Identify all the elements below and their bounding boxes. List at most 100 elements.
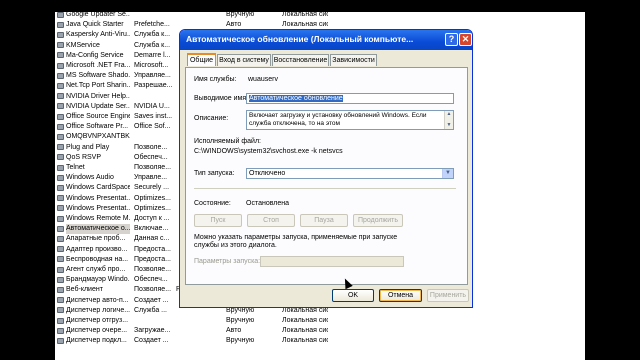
service-row[interactable]: Диспетчер подкл... Создает ... Вручную Лока… [55, 336, 585, 346]
service-gear-icon [57, 327, 64, 334]
tab-logon[interactable]: Вход в систему [217, 54, 271, 66]
service-gear-icon [57, 337, 64, 344]
service-description: Prefetche... [134, 21, 170, 29]
pause-button[interactable]: Пауза [300, 214, 348, 227]
service-gear-icon [57, 246, 64, 253]
display-name-field[interactable]: Автоматическое обновление [246, 93, 454, 104]
service-description: Создает ... [134, 337, 169, 345]
start-button[interactable]: Пуск [194, 214, 242, 227]
service-description: Управляе... [134, 72, 171, 80]
service-description: Securely ... [134, 184, 170, 192]
stop-button[interactable]: Стоп [247, 214, 295, 227]
service-startup: Вручную [226, 317, 255, 324]
general-panel: Имя службы: wuauserv Выводимое имя: Авто… [185, 67, 468, 285]
service-description: Разрешае... [134, 82, 172, 90]
service-gear-icon [57, 82, 64, 89]
service-row[interactable]: Диспетчер отгруз... Вручную Локальная сис.… [55, 316, 585, 326]
service-name: Агент служб про... [66, 266, 126, 273]
service-gear-icon [57, 144, 64, 151]
status-label: Состояние: [194, 200, 231, 207]
service-description: Создает ... [134, 296, 169, 304]
service-name: Windows Presentat... [66, 204, 130, 212]
description-box[interactable]: Включает загрузку и установку обновлений… [246, 110, 454, 130]
close-button[interactable]: ✕ [459, 33, 472, 46]
service-name: Telnet [66, 164, 85, 171]
service-gear-icon [57, 205, 64, 212]
service-description: Включае... [134, 225, 169, 233]
service-name: Апаратные проб... [66, 235, 126, 243]
scroll-up-icon[interactable]: ▲ [446, 112, 452, 117]
service-gear-icon [57, 72, 64, 79]
service-name: Диспетчер отгруз... [66, 317, 129, 324]
service-gear-icon [57, 164, 64, 171]
service-description: Служба к... [134, 31, 171, 39]
service-gear-icon [57, 266, 64, 273]
description-scrollbar[interactable]: ▲ ▼ [444, 111, 453, 129]
resume-button[interactable]: Продолжить [353, 214, 403, 227]
service-description: Office Sof... [134, 123, 171, 131]
display-name-label: Выводимое имя: [194, 95, 249, 102]
service-gear-icon [57, 195, 64, 202]
service-name: NVIDIA Update Ser... [66, 102, 130, 110]
description-label: Описание: [194, 115, 229, 122]
service-gear-icon [57, 317, 64, 324]
service-gear-icon [57, 12, 64, 18]
service-gear-icon [57, 286, 64, 293]
service-name: Диспетчер авто-п... [66, 296, 129, 304]
service-description: Позволяе... [134, 286, 172, 294]
tab-recovery[interactable]: Восстановление [272, 54, 329, 66]
service-name: Google Updater Se... [66, 12, 130, 18]
service-row[interactable]: Google Updater Se... Вручную Локальная сис… [55, 12, 585, 20]
service-gear-icon [57, 21, 64, 28]
service-description: Данная с... [134, 235, 170, 243]
service-description: Предоста... [134, 255, 171, 263]
service-description: Управле... [134, 174, 168, 182]
service-description: Доступ к ... [134, 215, 170, 222]
chevron-down-icon[interactable]: ▼ [442, 169, 453, 178]
description-text: Включает загрузку и установку обновлений… [249, 112, 427, 127]
exe-path-value: C:\WINDOWS\system32\svchost.exe -k netsv… [194, 148, 343, 155]
service-gear-icon [57, 31, 64, 38]
service-gear-icon [57, 62, 64, 69]
service-name: Microsoft .NET Fra... [66, 62, 130, 69]
startup-type-label: Тип запуска: [194, 170, 235, 177]
service-gear-icon [57, 184, 64, 191]
service-gear-icon [57, 93, 64, 100]
tab-general[interactable]: Общие [187, 53, 216, 66]
service-name: Windows Presentat... [66, 194, 130, 202]
params-field[interactable] [260, 256, 404, 267]
startup-type-combo[interactable]: Отключено ▼ [246, 168, 454, 179]
service-name: Беспроводная на... [66, 255, 129, 263]
service-gear-icon [57, 256, 64, 263]
service-name: Ma-Config Service [66, 51, 124, 59]
help-button[interactable]: ? [445, 33, 458, 46]
service-gear-icon [57, 225, 64, 232]
service-description: Обеспеч... [134, 276, 168, 284]
service-name: Веб-клиент [66, 286, 103, 294]
cancel-button[interactable]: Отмена [379, 289, 422, 302]
service-name: Диспетчер очере... [66, 327, 128, 335]
service-name: Windows CardSpace [66, 184, 130, 192]
service-gear-icon [57, 103, 64, 110]
service-description: Загружае... [134, 327, 171, 335]
service-gear-icon [57, 174, 64, 181]
service-gear-icon [57, 276, 64, 283]
service-name: OMQBVNPXANTBKK [66, 133, 130, 141]
service-description: NVIDIA U... [134, 102, 170, 110]
service-name: MS Software Shado... [66, 72, 130, 80]
dialog-titlebar[interactable]: Автоматическое обновление (Локальный ком… [180, 30, 472, 50]
service-startup: Авто [226, 327, 242, 335]
divider [194, 188, 456, 189]
ok-button[interactable]: OK [332, 289, 374, 302]
service-gear-icon [57, 297, 64, 304]
service-description: Служба ... [134, 306, 168, 314]
service-name: Диспетчер подкл... [66, 337, 127, 345]
service-description: Demarre l... [134, 51, 171, 59]
service-row[interactable]: Диспетчер очере... Загружае... Авто Локальн… [55, 326, 585, 336]
apply-button[interactable]: Применить [427, 289, 469, 302]
service-name: Диспетчер логиче... [66, 306, 130, 314]
tab-dependencies[interactable]: Зависимости [330, 54, 377, 66]
scroll-down-icon[interactable]: ▼ [446, 123, 452, 128]
service-description: Позволяе... [134, 164, 172, 171]
service-name: Брандмауэр Windo... [66, 276, 130, 284]
